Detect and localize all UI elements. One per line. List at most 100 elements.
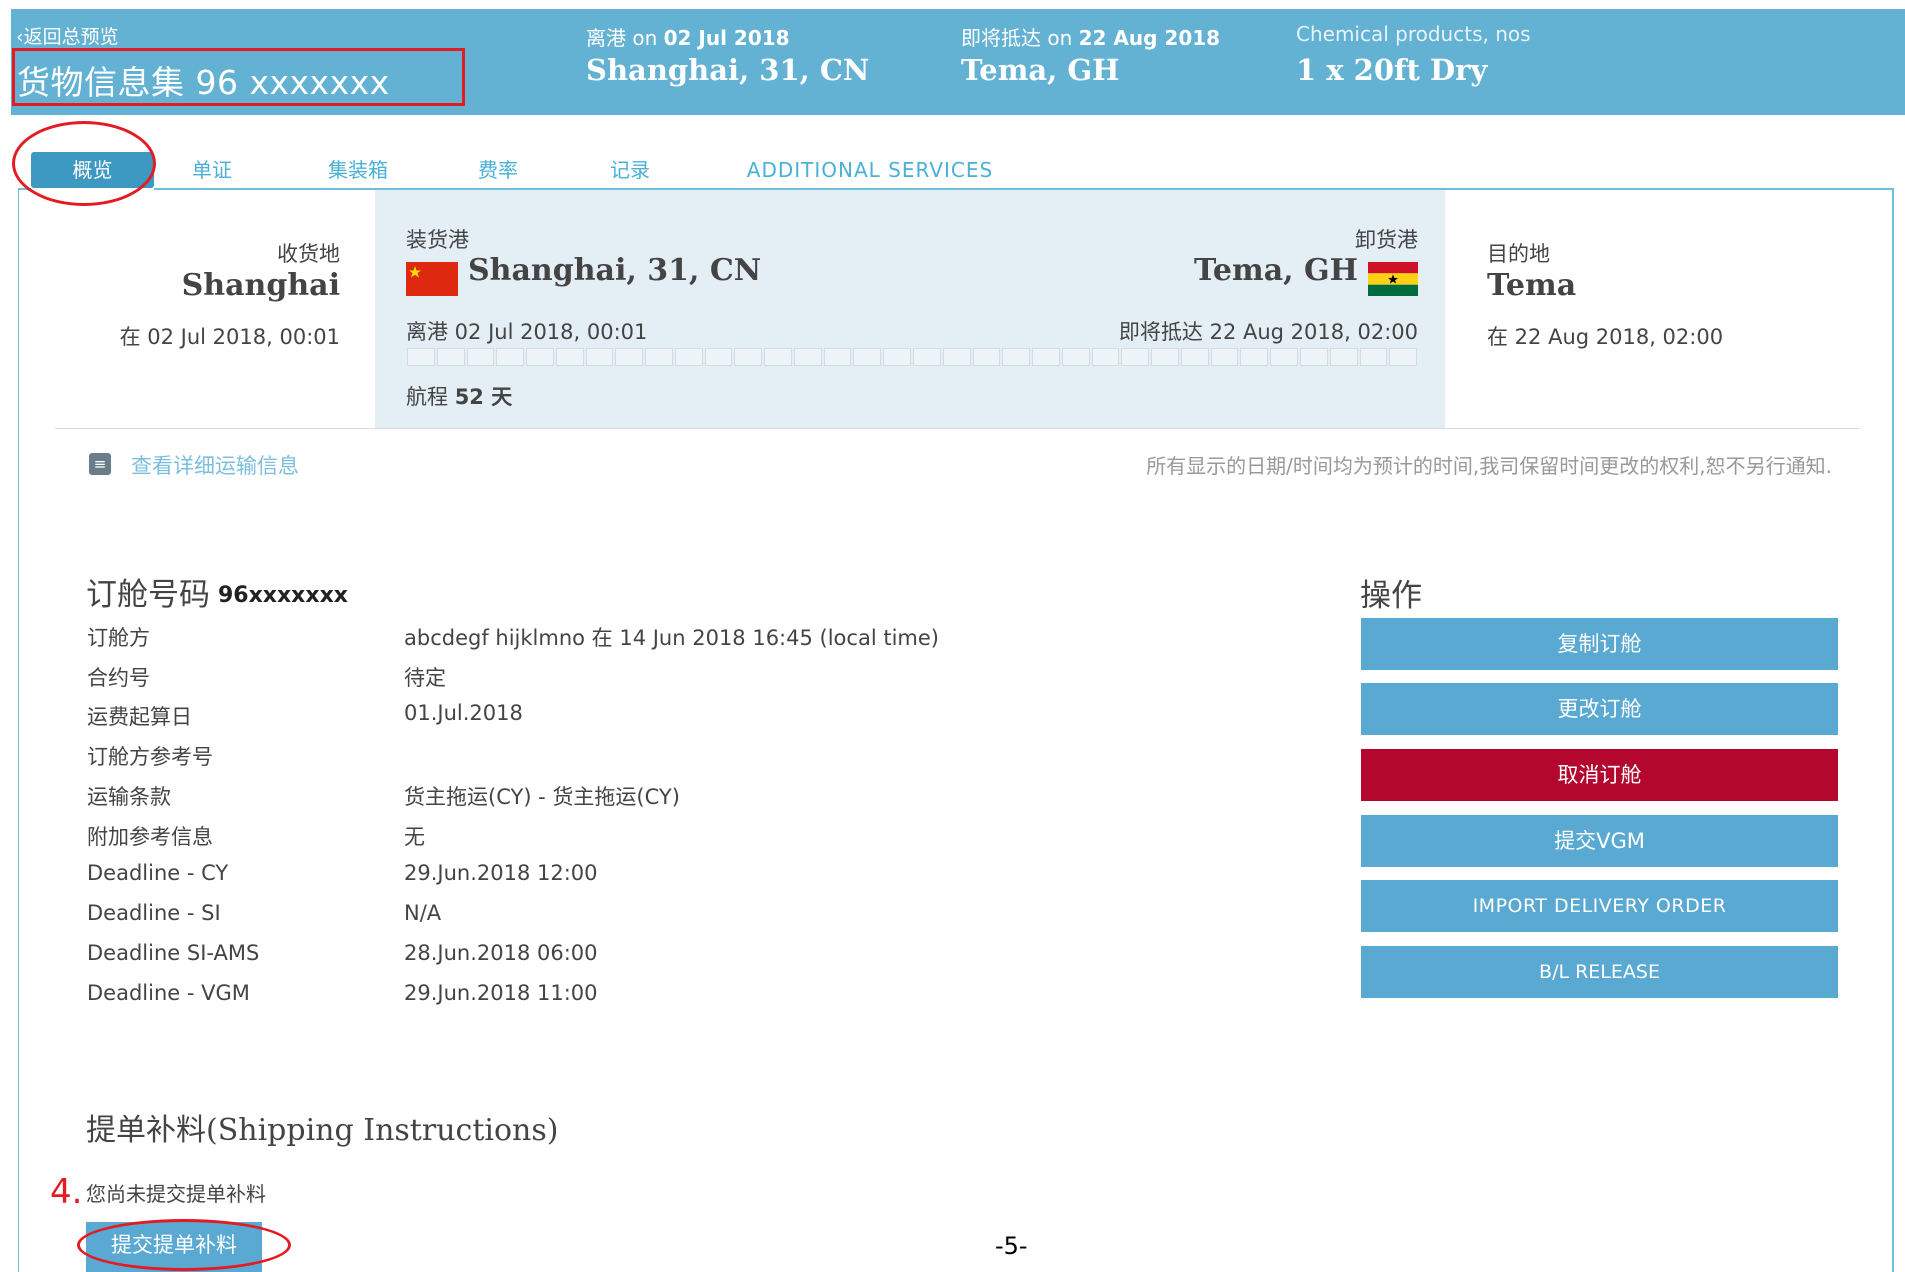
voyage-duration: 航程 52 天 [406, 381, 512, 411]
progress-segment [1121, 348, 1150, 366]
destination-label: 目的地 [1487, 242, 1550, 266]
progress-segment [615, 348, 644, 366]
departure-date: 02 Jul 2018 [663, 26, 790, 50]
arrival-prefix: 即将抵达 on [961, 26, 1073, 50]
page-number: -5- [995, 1232, 1028, 1260]
field-key: Deadline SI-AMS [87, 941, 260, 965]
schedule-disclaimer: 所有显示的日期/时间均为预计的时间,我司保留时间更改的权利,恕不另行通知. [1146, 454, 1832, 478]
bl-release-button[interactable]: B/L RELEASE [1361, 946, 1838, 998]
field-value: 货主拖运(CY) - 货主拖运(CY) [404, 785, 680, 809]
progress-segment [972, 348, 1001, 366]
route-divider [55, 428, 1860, 429]
expand-icon[interactable]: ≡ [89, 453, 111, 475]
field-key: 订舱方参考号 [87, 745, 213, 769]
progress-segment [1299, 348, 1328, 366]
tab-containers[interactable]: 集装箱 [308, 152, 408, 188]
field-key: 运费起算日 [87, 705, 192, 729]
submit-vgm-button[interactable]: 提交VGM [1361, 815, 1838, 867]
voyage-label: 航程 [406, 385, 448, 409]
discharge-port-city: Tema, GH [1193, 253, 1358, 288]
cancel-booking-button[interactable]: 取消订舱 [1361, 749, 1838, 801]
header-departure-port: Shanghai, 31, CN [586, 53, 870, 87]
field-key: Deadline - CY [87, 861, 229, 885]
progress-segment [823, 348, 852, 366]
progress-segment [526, 348, 554, 366]
progress-segment [585, 348, 614, 366]
amend-booking-button[interactable]: 更改订舱 [1361, 683, 1838, 735]
progress-segment [913, 348, 941, 366]
progress-segment [883, 348, 912, 366]
annotation-si-ellipse [77, 1219, 291, 1271]
progress-segment [1151, 348, 1179, 366]
field-key: Deadline - SI [87, 901, 221, 925]
tab-documents[interactable]: 单证 [172, 152, 252, 188]
field-value: abcdegf hijklmno 在 14 Jun 2018 16:45 (lo… [404, 626, 939, 650]
import-delivery-order-button[interactable]: IMPORT DELIVERY ORDER [1361, 880, 1838, 932]
header-commodity: Chemical products, nos [1296, 22, 1531, 46]
booking-number: 96xxxxxxx [218, 583, 348, 608]
progress-segment [1002, 348, 1031, 366]
annotation-tab-ellipse [12, 121, 156, 206]
progress-segment [1061, 348, 1090, 366]
progress-segment [1180, 348, 1209, 366]
progress-segment [496, 348, 525, 366]
field-key: Deadline - VGM [87, 981, 250, 1005]
progress-segment [942, 348, 971, 366]
tab-history[interactable]: 记录 [590, 152, 670, 188]
progress-segment [734, 348, 763, 366]
step-number: 4. [50, 1172, 83, 1212]
progress-segment [1389, 348, 1418, 366]
field-value: 待定 [404, 666, 446, 690]
discharge-port-arrival: 即将抵达 22 Aug 2018, 02:00 [1118, 320, 1418, 344]
progress-segment [853, 348, 882, 366]
field-key: 附加参考信息 [87, 825, 213, 849]
departure-prefix: 离港 on [586, 26, 658, 50]
view-transport-details-link[interactable]: 查看详细运输信息 [131, 450, 299, 480]
field-value: 28.Jun.2018 06:00 [404, 941, 598, 965]
progress-segment [555, 348, 584, 366]
progress-segment [1240, 348, 1269, 366]
header-arrival-port: Tema, GH [961, 53, 1120, 87]
progress-segment [466, 348, 495, 366]
progress-segment [1032, 348, 1060, 366]
progress-segment [674, 348, 703, 366]
tab-additional-services[interactable]: ADDITIONAL SERVICES [730, 152, 1010, 188]
field-value: 29.Jun.2018 12:00 [404, 861, 598, 885]
field-value: 01.Jul.2018 [404, 701, 523, 725]
si-not-submitted-note: 您尚未提交提单补料 [86, 1182, 266, 1206]
arrival-date: 22 Aug 2018 [1078, 26, 1221, 50]
header-arrival-label: 即将抵达 on 22 Aug 2018 [961, 22, 1220, 51]
field-value: 29.Jun.2018 11:00 [404, 981, 598, 1005]
voyage-progress-bar [407, 348, 1418, 366]
shipping-instructions-heading: 提单补料(Shipping Instructions) [86, 1113, 559, 1148]
china-flag-icon [406, 262, 458, 296]
receipt-time: 在 02 Jul 2018, 00:01 [119, 325, 340, 349]
annotation-title-box [12, 48, 465, 106]
destination-time: 在 22 Aug 2018, 02:00 [1487, 325, 1724, 349]
ghana-flag-icon [1368, 262, 1418, 296]
progress-segment [1359, 348, 1388, 366]
tab-rates[interactable]: 费率 [458, 152, 538, 188]
receipt-city: Shanghai [181, 268, 340, 303]
back-to-overview-link[interactable]: ‹返回总预览 [16, 22, 119, 49]
load-port-label: 装货港 [406, 228, 469, 252]
booking-number-heading: 订舱号码 96xxxxxxx [86, 569, 348, 614]
discharge-port-label: 卸货港 [1355, 228, 1418, 252]
field-value: N/A [404, 901, 442, 925]
header-equipment: 1 x 20ft Dry [1296, 53, 1488, 87]
actions-heading: 操作 [1360, 578, 1422, 614]
progress-segment [1091, 348, 1120, 366]
field-key: 合约号 [87, 666, 150, 690]
progress-segment [704, 348, 733, 366]
load-port-departure: 离港 02 Jul 2018, 00:01 [406, 320, 648, 344]
progress-segment [793, 348, 822, 366]
progress-segment [1329, 348, 1358, 366]
progress-segment [1210, 348, 1239, 366]
field-key: 运输条款 [87, 785, 171, 809]
copy-booking-button[interactable]: 复制订舱 [1361, 618, 1838, 670]
progress-segment [1270, 348, 1298, 366]
header-departure-label: 离港 on 02 Jul 2018 [586, 22, 790, 51]
progress-segment [407, 348, 435, 366]
progress-segment [645, 348, 673, 366]
receipt-label: 收货地 [277, 242, 340, 266]
